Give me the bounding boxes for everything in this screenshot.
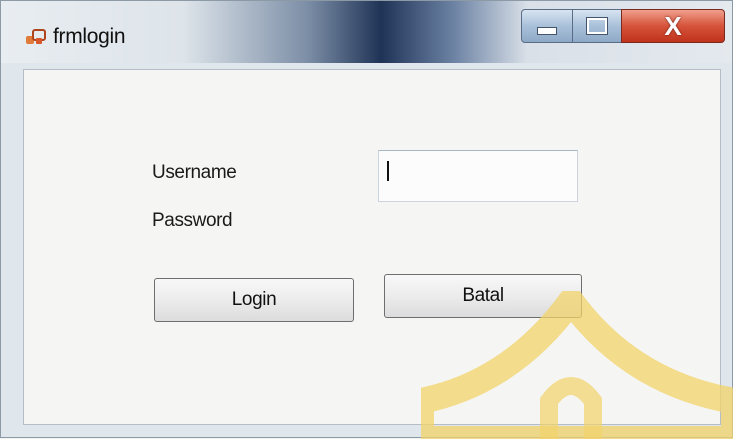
cancel-button[interactable]: Batal	[384, 274, 582, 318]
maximize-button[interactable]	[572, 9, 622, 43]
minimize-button[interactable]	[521, 9, 573, 43]
password-label: Password	[152, 210, 233, 231]
close-icon: X	[664, 11, 682, 41]
login-window: frmlogin X Username Password Login Batal	[0, 0, 733, 439]
login-button[interactable]: Login	[154, 278, 354, 322]
minimize-icon	[537, 27, 557, 35]
username-input[interactable]	[378, 150, 578, 202]
close-button[interactable]: X	[621, 9, 725, 43]
window-title: frmlogin	[53, 25, 126, 48]
form-client-area: Username Password Login Batal	[23, 69, 721, 425]
title-bar[interactable]: frmlogin X	[1, 1, 732, 63]
form-app-icon	[26, 29, 46, 44]
maximize-icon	[586, 17, 608, 35]
text-caret	[387, 161, 389, 181]
username-label: Username	[152, 162, 237, 183]
